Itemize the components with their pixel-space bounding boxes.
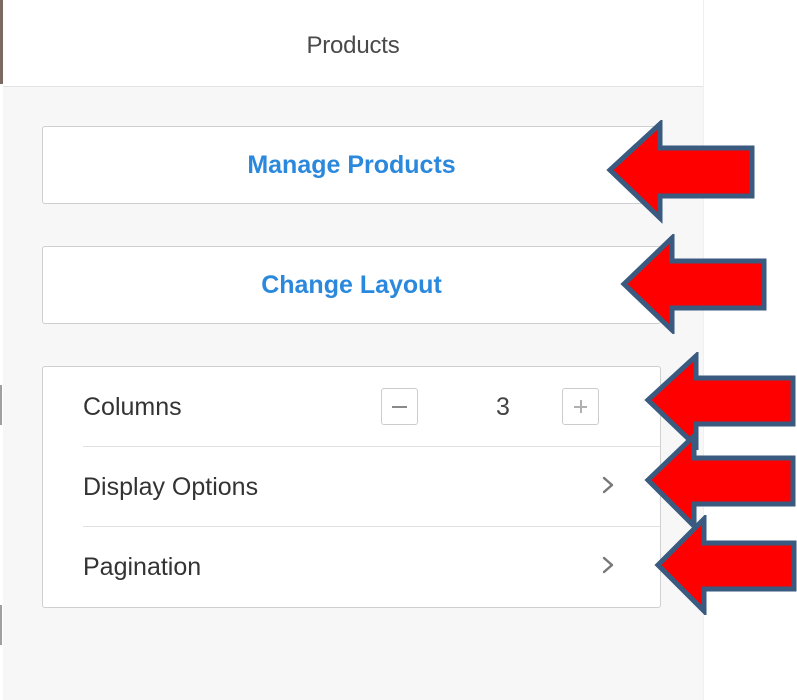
red-arrow-left-icon: [606, 120, 755, 224]
manage-products-button[interactable]: Manage Products: [42, 126, 661, 204]
settings-row-display-options[interactable]: Display Options: [43, 447, 660, 527]
products-panel: Products Manage Products Change Layout C…: [3, 0, 704, 700]
pagination-label: Pagination: [83, 553, 202, 581]
page: Products Manage Products Change Layout C…: [0, 0, 797, 700]
panel-title: Products: [306, 32, 400, 59]
red-arrow-left-icon: [654, 515, 797, 615]
columns-value: 3: [496, 393, 510, 421]
settings-row-columns: Columns 3: [43, 367, 660, 447]
minus-icon: [392, 406, 407, 408]
plus-icon-stem: [579, 400, 582, 413]
settings-row-pagination[interactable]: Pagination: [43, 527, 660, 607]
red-arrow-left-icon: [620, 234, 767, 334]
left-edge-tick: [0, 385, 2, 425]
product-settings-list: Columns 3 Display Options Pagination: [42, 366, 661, 608]
panel-header: Products: [3, 0, 703, 87]
chevron-right-icon: [602, 476, 614, 494]
display-options-label: Display Options: [83, 473, 259, 501]
change-layout-button[interactable]: Change Layout: [42, 246, 661, 324]
chevron-right-icon: [602, 556, 614, 574]
left-edge-tick: [0, 605, 2, 645]
columns-increment-button[interactable]: [562, 388, 599, 425]
columns-decrement-button[interactable]: [381, 388, 418, 425]
columns-label: Columns: [83, 393, 182, 421]
